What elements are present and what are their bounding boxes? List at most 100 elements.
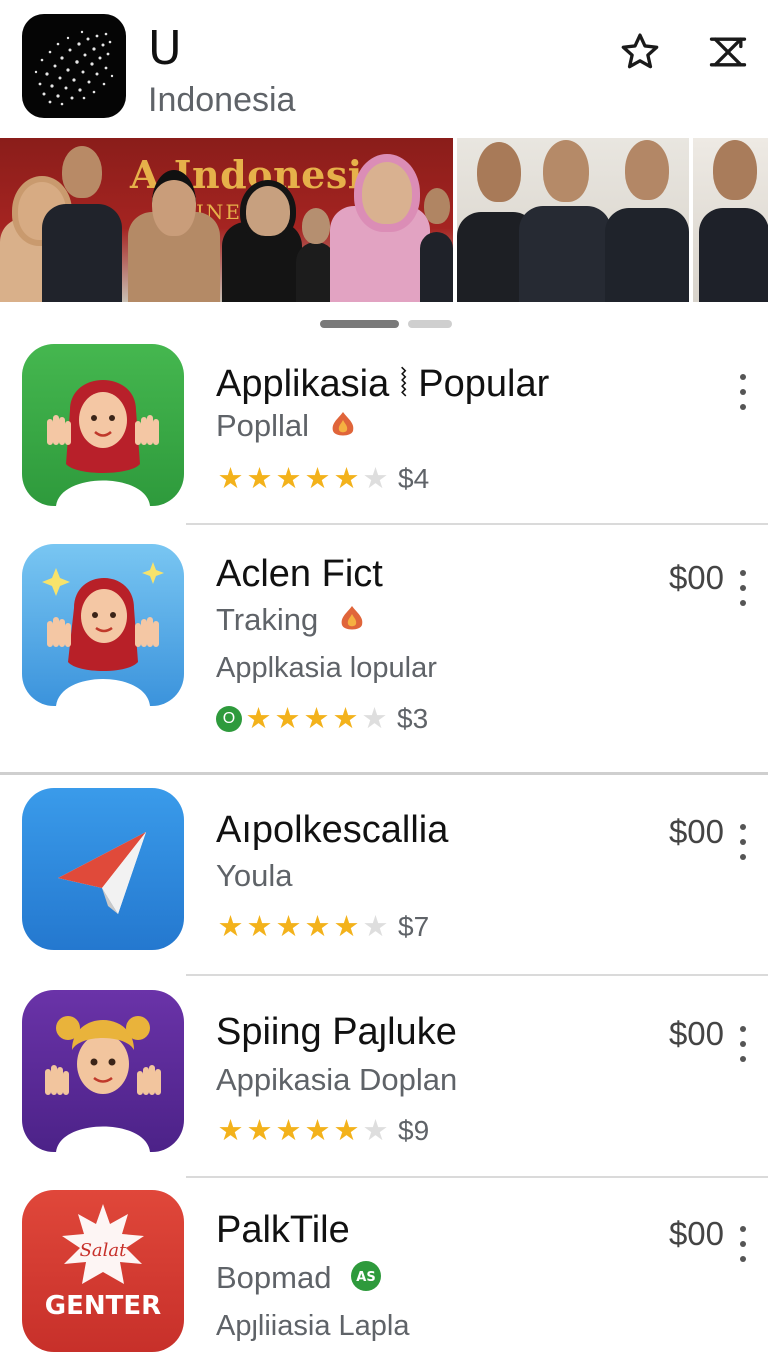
star-icon: ★ <box>246 463 273 495</box>
star-icon: ★ <box>275 1115 302 1147</box>
app-description: Applkasia lopular <box>216 652 437 684</box>
app-category-text: Bopmad <box>216 1260 332 1296</box>
app-name: Spiing Paȷluke <box>216 1011 457 1053</box>
app-category: Youla <box>216 858 292 894</box>
screenshot-carousel[interactable]: A Indonesian INE <box>0 138 768 302</box>
icon-text-top: Salat <box>80 1240 128 1261</box>
star-empty-icon: ★ <box>362 1115 389 1147</box>
star-icon: ★ <box>304 911 331 943</box>
app-rating: ★ ★ ★ ★ ★ ★ $4 <box>216 462 430 496</box>
app-category-text: Youla <box>216 858 293 893</box>
screenshot-2[interactable] <box>457 138 689 302</box>
star-rating: ★ ★ ★ ★ ★ ★ <box>216 912 390 942</box>
favorite-button[interactable] <box>616 28 664 76</box>
more-options-button[interactable] <box>732 1024 754 1064</box>
app-price: $7 <box>398 911 430 942</box>
star-icon <box>621 33 659 69</box>
star-rating: ★ ★ ★ ★ ★ ★ <box>216 1116 390 1146</box>
star-icon: ★ <box>303 703 330 735</box>
app-description: Apȷliiasia Lapla <box>216 1310 410 1342</box>
app-icon: Salat GENTER <box>22 1190 184 1352</box>
star-icon: ★ <box>217 911 244 943</box>
app-name: Aıpolkescallia <box>216 809 449 851</box>
star-icon: ★ <box>274 703 301 735</box>
star-icon: ★ <box>245 703 272 735</box>
green-badge-icon: AS <box>350 1260 382 1300</box>
price-label: $00 <box>668 559 724 596</box>
more-options-button[interactable] <box>732 1224 754 1264</box>
person-figure <box>330 150 430 302</box>
divider <box>186 1176 768 1178</box>
star-icon: ★ <box>217 463 244 495</box>
app-category: Bopmad AS <box>216 1260 382 1300</box>
star-empty-icon: ★ <box>362 463 389 495</box>
app-category-text: Popllal <box>216 408 310 443</box>
app-price: $9 <box>398 1115 430 1146</box>
app-icon <box>22 344 184 506</box>
app-icon <box>22 990 184 1152</box>
price-label: $00 <box>668 1215 724 1252</box>
person-figure <box>222 180 302 302</box>
flame-badge-icon <box>337 603 367 641</box>
person-figure <box>605 140 689 302</box>
star-icon: ★ <box>217 1115 244 1147</box>
star-icon: ★ <box>332 703 359 735</box>
star-icon: ★ <box>304 1115 331 1147</box>
green-badge-icon: O <box>216 706 242 732</box>
app-name: Applikasia ⦚ Popular <box>216 363 550 405</box>
icon-text: GENTER <box>45 1291 161 1321</box>
app-logo[interactable] <box>22 14 126 118</box>
app-rating: ★ ★ ★ ★ ★ ★ $9 <box>216 1114 430 1148</box>
app-name: Aclen Fict <box>216 553 383 595</box>
carousel-indicator-active[interactable] <box>320 320 399 328</box>
star-icon: ★ <box>246 1115 273 1147</box>
app-category-text: Appikasia Doplan <box>216 1062 458 1097</box>
more-options-button[interactable] <box>732 372 754 412</box>
app-category: Appikasia Doplan <box>216 1062 457 1098</box>
star-rating: ★ ★ ★ ★ ★ <box>244 704 389 734</box>
app-rating: ★ ★ ★ ★ ★ ★ $7 <box>216 910 430 944</box>
app-rating: O ★ ★ ★ ★ ★ $3 <box>216 702 428 736</box>
star-icon: ★ <box>304 463 331 495</box>
price-label: $00 <box>668 1015 724 1052</box>
app-header: U Indonesia <box>0 0 768 138</box>
person-figure <box>699 140 768 302</box>
list-item[interactable]: Salat GENTER PalkTile Bopmad AS Apȷliias… <box>0 1190 768 1352</box>
section-divider <box>0 772 768 775</box>
list-item[interactable]: Aclen Fict Traking Applkasia lopular O ★… <box>0 544 768 768</box>
person-figure <box>519 140 611 302</box>
more-options-button[interactable] <box>732 568 754 608</box>
screenshot-3[interactable] <box>693 138 768 302</box>
carousel-indicator[interactable] <box>408 320 452 328</box>
app-icon <box>22 544 184 706</box>
more-options-button[interactable] <box>732 822 754 862</box>
star-icon: ★ <box>275 911 302 943</box>
list-item[interactable]: Applikasia ⦚ Popular Popllal ★ ★ ★ ★ ★ ★ $4 <box>0 344 768 524</box>
star-icon: ★ <box>246 911 273 943</box>
share-button[interactable] <box>704 28 752 76</box>
screenshot-1[interactable]: A Indonesian INE <box>0 138 453 302</box>
person-figure <box>124 152 224 302</box>
list-item[interactable]: Aıpolkescallia Youla ★ ★ ★ ★ ★ ★ $7 $00 <box>0 788 768 974</box>
person-figure <box>420 182 453 302</box>
app-name: PalkTile <box>216 1209 350 1251</box>
app-icon <box>22 788 184 950</box>
list-item[interactable]: Spiing Paȷluke Appikasia Doplan ★ ★ ★ ★ ★ ★ $… <box>0 990 768 1176</box>
app-price: $3 <box>397 703 429 734</box>
star-icon: ★ <box>275 463 302 495</box>
app-category: Traking <box>216 602 367 641</box>
app-title: U <box>148 21 182 75</box>
app-country: Indonesia <box>148 81 296 119</box>
svg-text:AS: AS <box>356 1270 375 1285</box>
app-category-text: Traking <box>216 602 319 637</box>
divider <box>186 523 768 525</box>
star-icon: ★ <box>333 911 360 943</box>
star-icon: ★ <box>333 1115 360 1147</box>
star-empty-icon: ★ <box>362 911 389 943</box>
app-category: Popllal <box>216 408 358 447</box>
star-empty-icon: ★ <box>361 703 388 735</box>
share-icon <box>709 37 747 67</box>
person-figure <box>42 142 122 302</box>
flame-badge-icon <box>328 409 358 447</box>
star-icon: ★ <box>333 463 360 495</box>
